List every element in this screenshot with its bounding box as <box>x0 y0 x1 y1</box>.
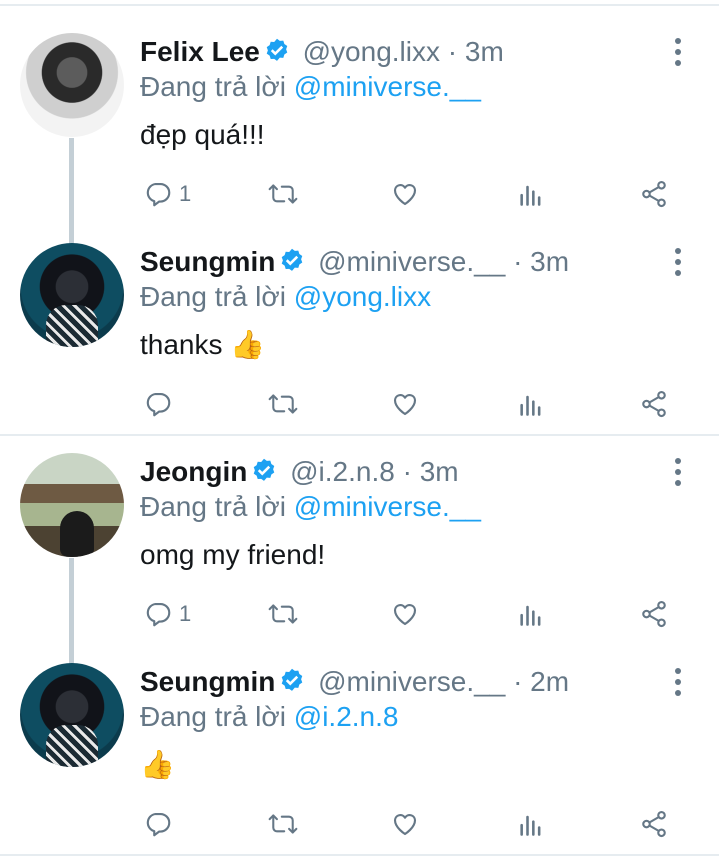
tweet-text: thanks 👍 <box>140 329 266 360</box>
like-button[interactable] <box>389 384 421 424</box>
reply-icon <box>146 812 171 837</box>
reply-icon <box>146 602 171 627</box>
avatar[interactable] <box>20 33 124 137</box>
like-button[interactable] <box>389 804 421 844</box>
reply-context: Đang trả lời @i.2.n.8 <box>140 700 398 734</box>
reply-button[interactable]: 1 <box>143 174 191 214</box>
reply-prefix: Đang trả lời <box>140 281 286 312</box>
tweet-header: Seungmin @miniverse.__ · 2m <box>140 665 569 703</box>
tweet-actions <box>0 384 719 424</box>
analytics-button[interactable] <box>517 384 545 424</box>
reply-prefix: Đang trả lời <box>140 701 286 732</box>
verified-badge-icon <box>263 37 291 73</box>
verified-badge-icon <box>278 247 306 283</box>
retweet-button[interactable] <box>266 804 300 844</box>
like-button[interactable] <box>389 594 421 634</box>
reply-prefix: Đang trả lời <box>140 491 286 522</box>
tweet-text: 👍 <box>140 749 175 780</box>
timestamp[interactable]: · 2m <box>513 666 569 697</box>
tweet-actions: 1 <box>0 594 719 634</box>
reply-feed: Felix Lee @yong.lixx · 3m Đang trả lời @… <box>0 0 719 857</box>
analytics-button[interactable] <box>517 174 545 214</box>
heart-icon <box>393 814 417 836</box>
reply-mention-link[interactable]: @i.2.n.8 <box>294 701 399 732</box>
tweet-text: đẹp quá!!! <box>140 119 265 150</box>
more-options-icon[interactable] <box>666 665 690 699</box>
share-icon <box>642 810 666 838</box>
reply-icon <box>146 392 171 417</box>
author-handle[interactable]: @yong.lixx <box>303 36 440 67</box>
like-button[interactable] <box>389 174 421 214</box>
retweet-button[interactable] <box>266 174 300 214</box>
reply-icon <box>146 182 171 207</box>
reply-context: Đang trả lời @yong.lixx <box>140 280 431 314</box>
reply-count: 1 <box>179 181 192 206</box>
avatar[interactable] <box>20 243 124 347</box>
reply-context: Đang trả lời @miniverse.__ <box>140 70 481 104</box>
reply-count: 1 <box>179 601 192 626</box>
author-handle[interactable]: @miniverse.__ <box>318 666 505 697</box>
avatar[interactable] <box>20 453 124 557</box>
reply-mention-link[interactable]: @miniverse.__ <box>294 71 481 102</box>
tweet-header: Jeongin @i.2.n.8 · 3m <box>140 455 459 493</box>
tweet-text: omg my friend! <box>140 539 326 570</box>
analytics-icon <box>520 815 541 836</box>
reply-button[interactable]: 1 <box>143 594 191 634</box>
divider <box>0 854 719 856</box>
avatar[interactable] <box>20 663 124 767</box>
share-button[interactable] <box>639 594 669 634</box>
share-icon <box>642 600 666 628</box>
retweet-icon <box>268 604 298 624</box>
tweet-actions <box>0 804 719 844</box>
divider <box>0 434 719 436</box>
author-name[interactable]: Seungmin <box>140 666 275 697</box>
analytics-icon <box>520 185 541 206</box>
author-name[interactable]: Jeongin <box>140 456 247 487</box>
reply-mention-link[interactable]: @miniverse.__ <box>294 491 481 522</box>
share-button[interactable] <box>639 384 669 424</box>
tweet-actions: 1 <box>0 174 719 214</box>
tweet-header: Seungmin @miniverse.__ · 3m <box>140 245 569 283</box>
author-name[interactable]: Seungmin <box>140 246 275 277</box>
analytics-button[interactable] <box>517 804 545 844</box>
heart-icon <box>393 184 417 206</box>
more-options-icon[interactable] <box>666 35 690 69</box>
author-name[interactable]: Felix Lee <box>140 36 260 67</box>
analytics-icon <box>520 395 541 416</box>
timestamp[interactable]: · 3m <box>448 36 504 67</box>
analytics-button[interactable] <box>517 594 545 634</box>
tweet-header: Felix Lee @yong.lixx · 3m <box>140 35 504 73</box>
reply-mention-link[interactable]: @yong.lixx <box>294 281 431 312</box>
verified-badge-icon <box>278 667 306 703</box>
more-options-icon[interactable] <box>666 245 690 279</box>
reply-button[interactable] <box>143 384 179 424</box>
share-icon <box>642 180 666 208</box>
retweet-icon <box>268 184 298 204</box>
more-options-icon[interactable] <box>666 455 690 489</box>
author-handle[interactable]: @i.2.n.8 <box>290 456 395 487</box>
reply-button[interactable] <box>143 804 179 844</box>
verified-badge-icon <box>250 457 278 493</box>
heart-icon <box>393 604 417 626</box>
analytics-icon <box>520 605 541 626</box>
retweet-button[interactable] <box>266 384 300 424</box>
heart-icon <box>393 394 417 416</box>
retweet-icon <box>268 814 298 834</box>
retweet-icon <box>268 394 298 414</box>
divider <box>0 4 719 6</box>
share-icon <box>642 390 666 418</box>
timestamp[interactable]: · 3m <box>403 456 459 487</box>
timestamp[interactable]: · 3m <box>513 246 569 277</box>
author-handle[interactable]: @miniverse.__ <box>318 246 505 277</box>
share-button[interactable] <box>639 174 669 214</box>
share-button[interactable] <box>639 804 669 844</box>
retweet-button[interactable] <box>266 594 300 634</box>
reply-prefix: Đang trả lời <box>140 71 286 102</box>
reply-context: Đang trả lời @miniverse.__ <box>140 490 481 524</box>
